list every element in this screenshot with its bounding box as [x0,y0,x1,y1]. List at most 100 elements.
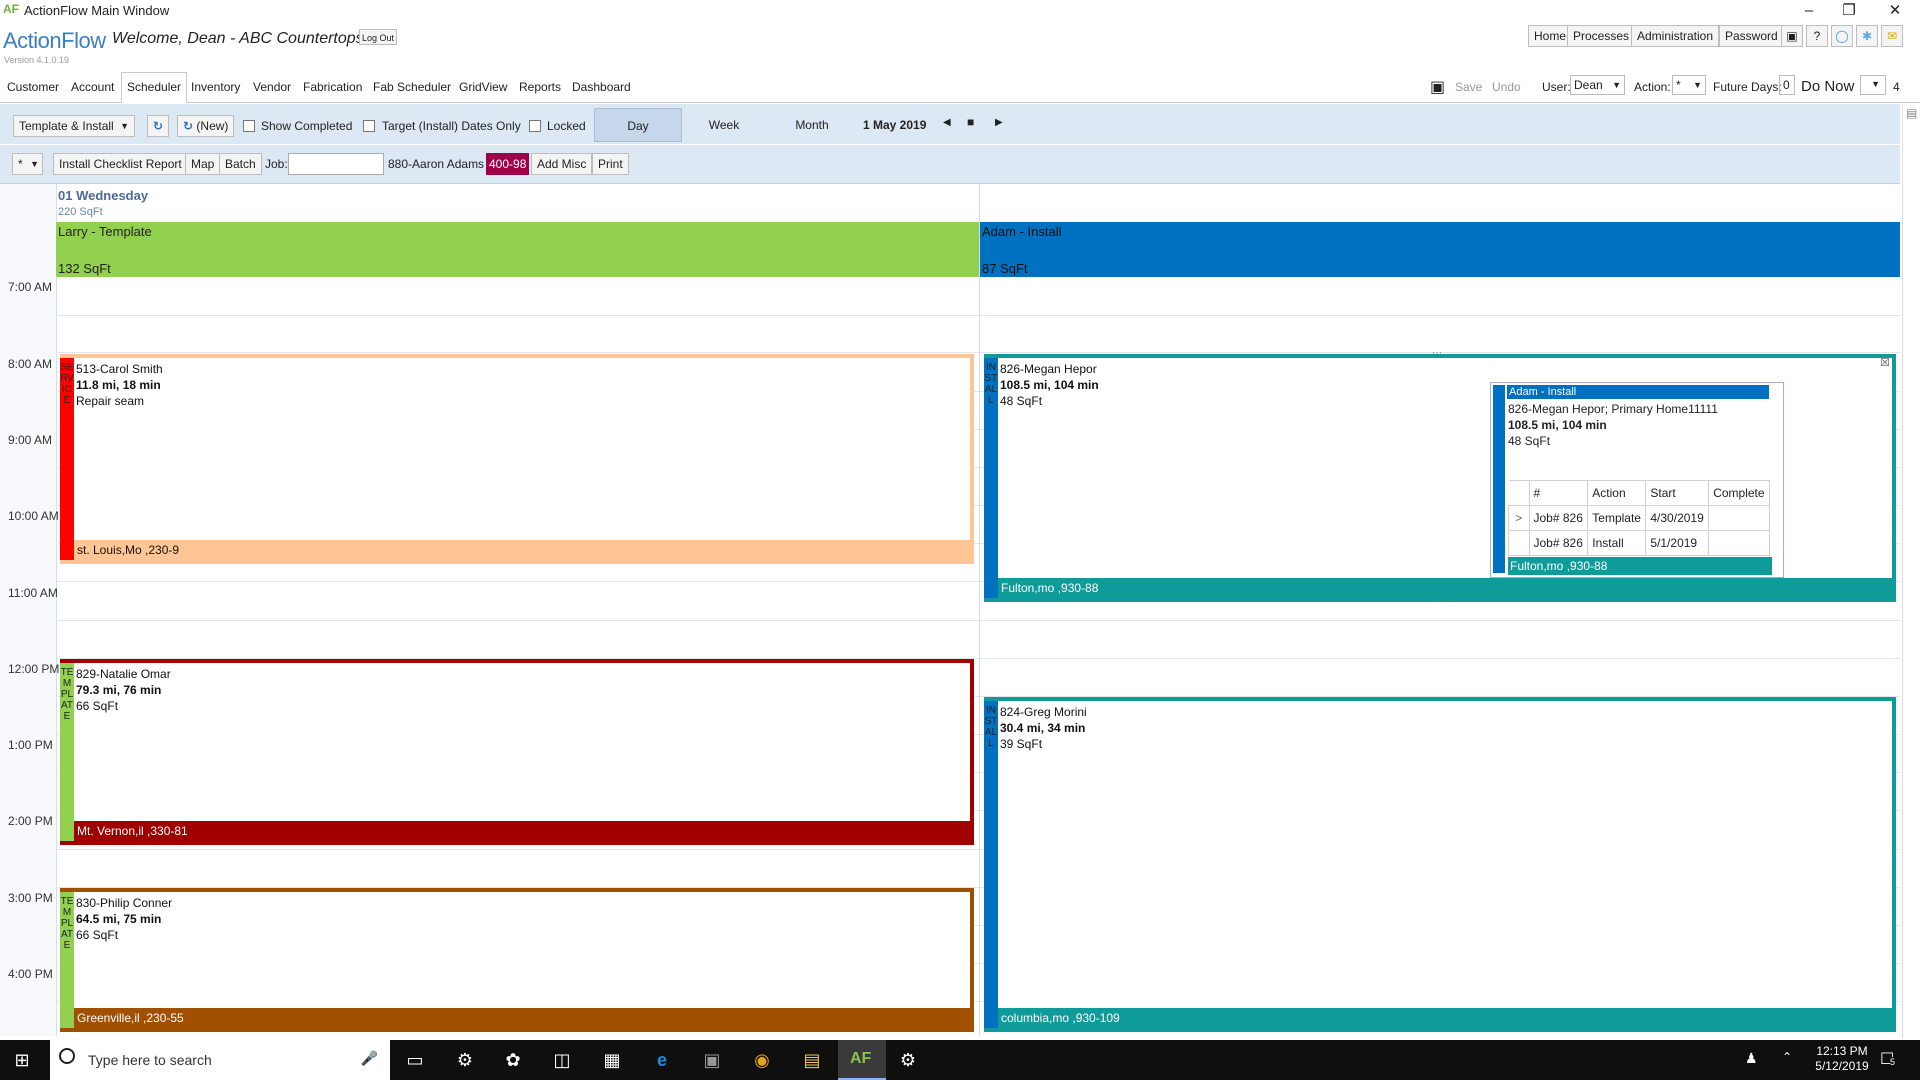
filter-select[interactable]: * ▼ [12,153,43,175]
file-explorer-icon[interactable]: ▤ [800,1048,824,1072]
new-button[interactable]: ↻ (New) [177,115,235,137]
chat-icon[interactable]: ◯ [1831,25,1853,47]
map-button[interactable]: Map [185,153,221,175]
messages-icon[interactable]: ✉ [1881,25,1903,47]
day-sqft: 220 SqFt [58,206,103,218]
tools-icon[interactable]: ✱ [1856,25,1878,47]
locked-checkbox[interactable] [529,120,541,132]
menu-inventory[interactable]: Inventory [191,80,240,94]
taskbar-clock[interactable]: 12:13 PM 5/12/2019 [1805,1044,1879,1076]
chevron-up-icon[interactable]: ⌃ [1782,1050,1792,1064]
people-icon[interactable]: ♟ [1745,1050,1758,1067]
appointment-location: Fulton,mo ,930-88 [998,578,1892,598]
day-calendar: 01 Wednesday 220 SqFt Larry - Template 1… [0,184,1900,1036]
restore-button[interactable]: ❐ [1826,0,1872,22]
resource-header-larry[interactable]: Larry - Template 132 SqFt [56,222,979,277]
show-completed-checkbox[interactable] [243,120,255,132]
chrome-icon[interactable]: ◉ [750,1048,774,1072]
paint-icon[interactable]: ✿ [501,1048,525,1072]
undo-button[interactable]: Undo [1492,80,1521,94]
refresh-new-icon: ↻ [183,119,194,133]
appointment-block[interactable]: TEMPLATE 829-Natalie Omar 79.3 mi, 76 mi… [60,659,974,845]
media-icon[interactable]: ▣ [700,1048,724,1072]
menu-account[interactable]: Account [71,80,114,94]
logout-button[interactable]: Log Out [359,29,398,45]
appointment-block[interactable]: INSTALL 824-Greg Morini 30.4 mi, 34 min … [984,697,1896,1032]
scheduler-toolbar: Template & Install ▼ ↻ ↻ (New) Show Comp… [0,104,1900,144]
menu-fabrication[interactable]: Fabrication [303,80,362,94]
edge-icon[interactable]: e [650,1048,674,1072]
appointment-customer: 824-Greg Morini [1000,705,1087,719]
menu-scheduler[interactable]: Scheduler [121,72,188,103]
job-input[interactable] [288,153,384,175]
view-type-select[interactable]: Template & Install ▼ [13,115,135,137]
appointment-sqft: 39 SqFt [1000,737,1043,751]
menu-dashboard[interactable]: Dashboard [572,80,631,94]
user-select[interactable]: Dean ▼ [1570,75,1625,95]
appointment-block[interactable]: TEMPLATE 830-Philip Conner 64.5 mi, 75 m… [60,888,974,1032]
nav-administration-button[interactable]: Administration [1631,25,1720,47]
appointment-type-stripe: INSTALL [984,358,998,598]
view-week-button[interactable]: Week [680,108,768,142]
film-icon[interactable]: ▣ [1430,77,1445,97]
current-date[interactable]: 1 May 2019 [863,118,926,132]
menu-fab-scheduler[interactable]: Fab Scheduler [373,80,451,94]
nav-home-button[interactable]: Home [1528,25,1573,47]
batch-button[interactable]: Batch [219,153,262,175]
taskbar-search-box[interactable]: Type here to search 🎤 [50,1040,390,1080]
menu-reports[interactable]: Reports [519,80,561,94]
job-label: Job: [265,157,288,171]
refresh-icon[interactable]: ↻ [147,115,169,137]
calculator-icon[interactable]: ▦ [600,1048,624,1072]
actionflow-icon: AF [850,1050,872,1067]
vertical-scrollbar[interactable]: ▤ [1902,104,1920,1038]
chevron-down-icon: ▼ [120,121,129,131]
view-day-button[interactable]: Day [594,108,682,142]
resource-header-adam[interactable]: Adam - Install 87 SqFt [980,222,1900,277]
do-now-select[interactable]: ▼ [1860,75,1886,95]
add-misc-button[interactable]: Add Misc [531,153,593,175]
time-label: 8:00 AM [8,357,53,371]
chevron-down-icon: ▼ [1612,80,1621,90]
task-view-icon[interactable]: ▭ [403,1048,427,1072]
action-select[interactable]: * ▼ [1672,75,1706,95]
notification-center[interactable]: ☐ 5 [1880,1049,1904,1071]
notification-count: 5 [1890,1057,1896,1067]
appointment-block[interactable]: SERVICE 513-Carol Smith 11.8 mi, 18 min … [60,354,974,564]
nav-password-button[interactable]: Password [1719,25,1784,47]
nav-processes-button[interactable]: Processes [1567,25,1636,47]
popup-customer: 826-Megan Hepor; Primary Home11111 [1508,402,1718,416]
user-select-value: Dean [1574,78,1603,92]
today-icon[interactable]: ■ [967,115,974,129]
install-checklist-button[interactable]: Install Checklist Report [53,153,188,175]
appointment-location: Mt. Vernon,il ,330-81 [74,821,970,841]
close-icon[interactable]: ☒ [1880,356,1890,369]
future-days-input[interactable]: 0 [1779,75,1795,95]
save-button[interactable]: Save [1455,80,1482,94]
actionflow-taskbar-button[interactable]: AF [838,1040,886,1080]
menu-customer[interactable]: Customer [7,80,59,94]
microphone-icon[interactable]: 🎤 [361,1050,378,1067]
app-header: ActionFlow Version 4.1.0.19 Welcome, Dea… [0,22,1920,66]
steam-icon[interactable]: ⚙ [453,1048,477,1072]
resize-handle-top[interactable]: ⋯ [1432,348,1442,359]
prev-date-icon[interactable]: ◀ [943,117,951,128]
view-month-button[interactable]: Month [768,108,856,142]
windows-start-icon[interactable]: ⊞ [10,1048,34,1072]
target-dates-checkbox[interactable] [363,120,375,132]
appointment-sqft: 48 SqFt [1000,394,1043,408]
store-icon[interactable]: ◫ [550,1048,574,1072]
menu-vendor[interactable]: Vendor [253,80,291,94]
job-badge[interactable]: 400-98 [486,153,530,175]
film-icon[interactable]: ▣ [1781,25,1803,47]
resize-handle-bottom[interactable]: ⋯ [1432,596,1442,607]
table-row[interactable]: > Job# 826 Template 4/30/2019 [1508,505,1770,531]
next-date-icon[interactable]: ▶ [995,117,1003,128]
steam-icon[interactable]: ⚙ [896,1048,920,1072]
help-icon[interactable]: ? [1806,25,1828,47]
table-row[interactable]: Job# 826 Install 5/1/2019 [1508,530,1770,556]
close-button[interactable]: ✕ [1872,0,1918,22]
appointment-distance: 79.3 mi, 76 min [76,683,162,697]
print-button[interactable]: Print [592,153,629,175]
menu-gridview[interactable]: GridView [459,80,507,94]
